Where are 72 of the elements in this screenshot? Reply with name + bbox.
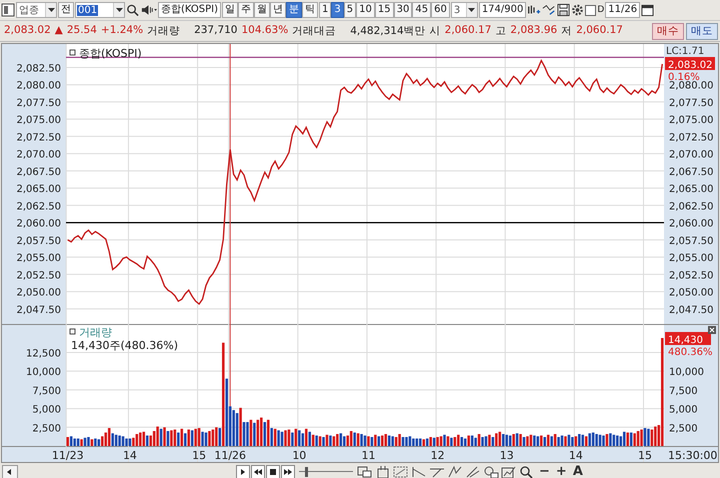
quote-text: ▲ — [54, 24, 63, 38]
quote-text: 시 — [430, 24, 441, 38]
quote-text: 고 — [495, 24, 506, 38]
quote-text: 237,710 — [194, 24, 238, 38]
volume-info: 14,430주(480.36%) — [71, 339, 178, 352]
quote-text: 2,083.96 — [510, 24, 558, 38]
axis-label: 12,500 — [26, 348, 61, 360]
axis-label: 13 — [500, 449, 514, 462]
quote-text: +1.24% — [100, 24, 144, 38]
axis-label: 2,052.50 — [16, 270, 61, 282]
axis-label: 2,075.00 — [669, 115, 714, 126]
last-price-tag: 2,083.02 — [665, 57, 715, 71]
axis-label: 2,067.50 — [669, 166, 714, 178]
axis-label: 5,000 — [32, 404, 61, 416]
axis-label: 2,060.00 — [16, 218, 61, 230]
axis-label: 2,055.00 — [669, 253, 714, 264]
last-volume-tag: 14,430 — [665, 332, 711, 346]
axis-label: 11/26 — [214, 449, 246, 462]
indicator-value: LC:1.71 — [666, 46, 704, 57]
axis-label: 14 — [568, 449, 583, 462]
axis-label: 15 — [192, 449, 206, 462]
checkbox-label: D — [597, 5, 604, 15]
axis-label: 2,067.50 — [16, 166, 61, 178]
quote-text: 거래량 — [147, 24, 180, 38]
axis-label: 2,062.50 — [16, 201, 61, 212]
axis-label: 2,070.00 — [669, 150, 714, 161]
quote-text: 2,060.17 — [576, 24, 623, 38]
axis-label: 2,080.00 — [16, 80, 61, 92]
axis-label: 2,082.50 — [16, 63, 61, 74]
axis-label: 2,050.00 — [669, 288, 714, 299]
axis-label: 7,500 — [669, 386, 698, 397]
axis-label: 2,050.00 — [16, 288, 61, 299]
axis-label: 5,000 — [669, 404, 698, 416]
axis-label: 2,047.50 — [16, 304, 61, 316]
axis-label: 2,500 — [669, 423, 698, 434]
axis-label: 14 — [122, 449, 137, 462]
axis-label: 2,500 — [32, 423, 61, 434]
axis-label: 2,065.00 — [669, 184, 714, 196]
axis-label: 2,057.50 — [16, 236, 61, 247]
axis-label: 2,072.50 — [669, 132, 714, 144]
chart-title: 거래량 — [79, 326, 112, 339]
axis-label: 2,052.50 — [669, 270, 714, 282]
axis-label: 12 — [430, 449, 445, 462]
axis-label: 2,047.50 — [669, 304, 714, 316]
quote-text: 104.63% — [241, 24, 288, 38]
axis-label: 11/23 — [52, 449, 84, 462]
axis-label: 10,000 — [26, 367, 61, 378]
change-percent: 480.36% — [668, 347, 712, 358]
quote-text: 2,083.02 — [4, 24, 51, 38]
axis-label: 2,060.00 — [669, 218, 714, 230]
quote-text: 저 — [561, 24, 572, 38]
axis-label: 2,057.50 — [669, 236, 714, 247]
quote-text: 2,060.17 — [444, 24, 492, 38]
quote-text: 4,482,314백만 — [350, 24, 426, 38]
axis-label: 10 — [292, 449, 306, 462]
axis-label: 2,062.50 — [669, 201, 714, 212]
chart-title: 종합(KOSPI) — [79, 47, 142, 60]
axis-label: 10,000 — [669, 367, 704, 378]
quote-text: 거래대금 — [292, 24, 336, 38]
axis-label: 7,500 — [32, 386, 61, 397]
time-label: 15:30:00 — [668, 449, 718, 462]
axis-label: 2,055.00 — [16, 253, 61, 264]
axis-label: 2,080.00 — [669, 80, 714, 92]
quote-text: 25.54 — [66, 24, 97, 38]
axis-label: 2,072.50 — [16, 132, 61, 144]
axis-label: 2,065.00 — [16, 184, 61, 196]
axis-label: 2,075.00 — [16, 115, 61, 126]
axis-label: 11 — [361, 449, 376, 462]
axis-label: 2,077.50 — [16, 98, 61, 109]
axis-label: 15 — [638, 449, 652, 462]
axis-label: 2,070.00 — [16, 150, 61, 161]
axis-label: 2,077.50 — [669, 98, 714, 109]
